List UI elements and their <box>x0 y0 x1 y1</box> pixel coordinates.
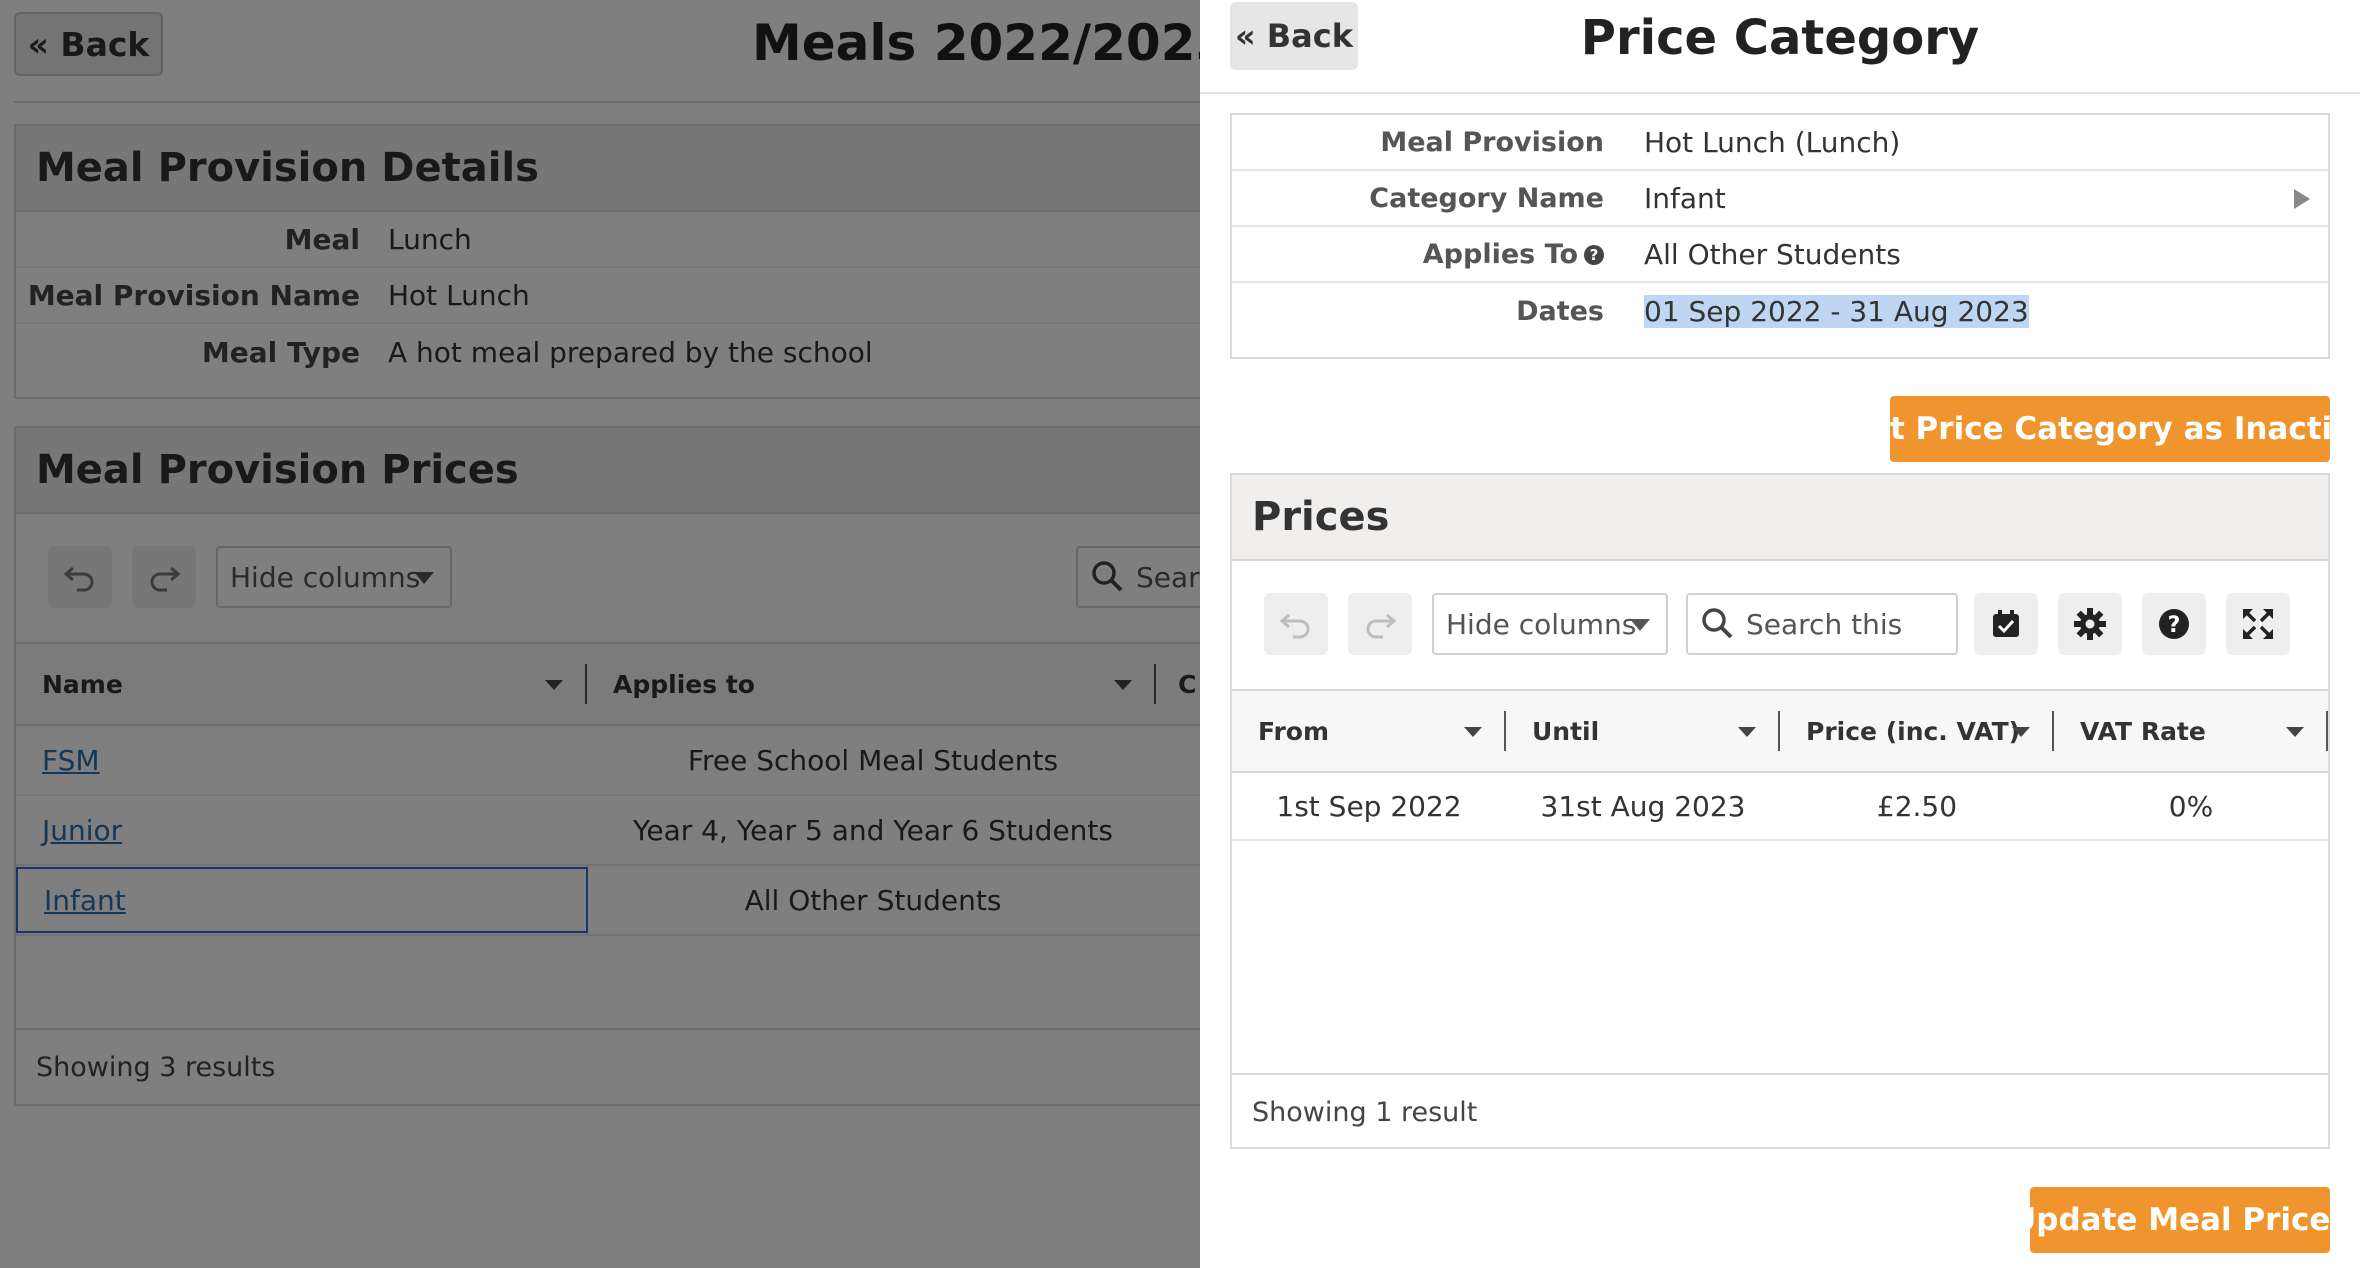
set-inactive-button[interactable]: Set Price Category as Inactive <box>1847 396 2360 462</box>
chevron-down-icon[interactable] <box>2286 727 2304 737</box>
redo-button[interactable] <box>1348 593 1412 655</box>
chevron-down-icon[interactable] <box>1738 727 1756 737</box>
cell-price: £2.50 <box>1876 789 1958 823</box>
settings-button[interactable] <box>2058 593 2122 655</box>
info-value: Infant <box>1644 181 1726 215</box>
column-resizer[interactable] <box>2326 711 2328 751</box>
column-label: Price (inc. VAT) <box>1806 716 2021 746</box>
results-count: Showing 1 result <box>1232 1073 2328 1149</box>
cell-until: 31st Aug 2023 <box>1540 789 1746 823</box>
svg-text:?: ? <box>2168 613 2181 638</box>
info-value: Hot Lunch (Lunch) <box>1644 125 1901 159</box>
help-button[interactable]: ? <box>2142 593 2206 655</box>
info-label: Applies To? <box>1232 239 1644 270</box>
expand-arrow-icon[interactable] <box>2294 189 2310 209</box>
info-row-applies-to: Applies To? All Other Students <box>1232 227 2328 283</box>
gear-icon <box>2074 608 2106 640</box>
price-category-drawer: Price Category « Back Meal Provision Hot… <box>1200 0 2360 1268</box>
column-label: VAT Rate <box>2080 716 2206 746</box>
table-row[interactable]: 1st Sep 2022 31st Aug 2023 £2.50 0% <box>1232 773 2328 841</box>
hide-columns-label: Hide columns <box>1446 607 1637 641</box>
column-header-vat-rate[interactable]: VAT Rate <box>2054 691 2328 771</box>
info-value-selected: 01 Sep 2022 - 31 Aug 2023 <box>1644 294 2029 328</box>
redo-icon <box>1366 613 1397 639</box>
column-label: From <box>1258 716 1330 746</box>
question-circle-icon: ? <box>2159 609 2189 639</box>
grid-toolbar: Hide columns Search this ? <box>1232 561 2328 691</box>
search-icon <box>1702 608 1733 639</box>
column-header-until[interactable]: Until <box>1506 691 1780 771</box>
info-label: Meal Provision <box>1380 126 1604 158</box>
drawer-header: Price Category « Back <box>1200 0 2360 94</box>
cell-from: 1st Sep 2022 <box>1276 789 1462 823</box>
cell-vat-rate: 0% <box>2168 789 2214 823</box>
help-icon[interactable]: ? <box>1584 245 1604 265</box>
chevron-down-icon <box>1630 619 1650 631</box>
info-row-dates: Dates 01 Sep 2022 - 31 Aug 2023 <box>1232 283 2328 339</box>
info-value: All Other Students <box>1644 237 1901 271</box>
select-all-button[interactable] <box>1974 593 2038 655</box>
prices-panel: Prices Hide columns Search this ? From U… <box>1230 473 2330 1149</box>
undo-button[interactable] <box>1264 593 1328 655</box>
hide-columns-dropdown[interactable]: Hide columns <box>1432 593 1668 655</box>
info-row-category-name[interactable]: Category Name Infant <box>1232 171 2328 227</box>
table-header: From Until Price (inc. VAT) VAT Rate <box>1232 691 2328 773</box>
expand-icon <box>2243 609 2273 639</box>
column-header-from[interactable]: From <box>1232 691 1506 771</box>
undo-icon <box>1279 613 1310 639</box>
info-label: Category Name <box>1369 182 1604 214</box>
chevron-down-icon[interactable] <box>2012 727 2030 737</box>
column-header-price[interactable]: Price (inc. VAT) <box>1780 691 2054 771</box>
applies-to-label: Applies To <box>1422 238 1578 270</box>
modal-overlay[interactable] <box>0 0 1200 1268</box>
back-button[interactable]: « Back <box>1230 2 1358 70</box>
chevron-down-icon[interactable] <box>1464 727 1482 737</box>
column-label: Until <box>1532 716 1600 746</box>
drawer-title: Price Category <box>1580 10 1980 66</box>
panel-heading: Prices <box>1232 475 2328 561</box>
update-meal-prices-button[interactable]: Update Meal Prices <box>2011 1187 2349 1253</box>
fullscreen-button[interactable] <box>2226 593 2290 655</box>
search-input[interactable]: Search this <box>1686 593 1958 655</box>
calendar-check-icon <box>1993 610 2019 637</box>
info-label: Dates <box>1516 295 1604 327</box>
info-row-meal-provision: Meal Provision Hot Lunch (Lunch) <box>1232 115 2328 171</box>
price-category-info: Meal Provision Hot Lunch (Lunch) Categor… <box>1230 113 2330 359</box>
search-placeholder: Search this <box>1746 607 1903 641</box>
